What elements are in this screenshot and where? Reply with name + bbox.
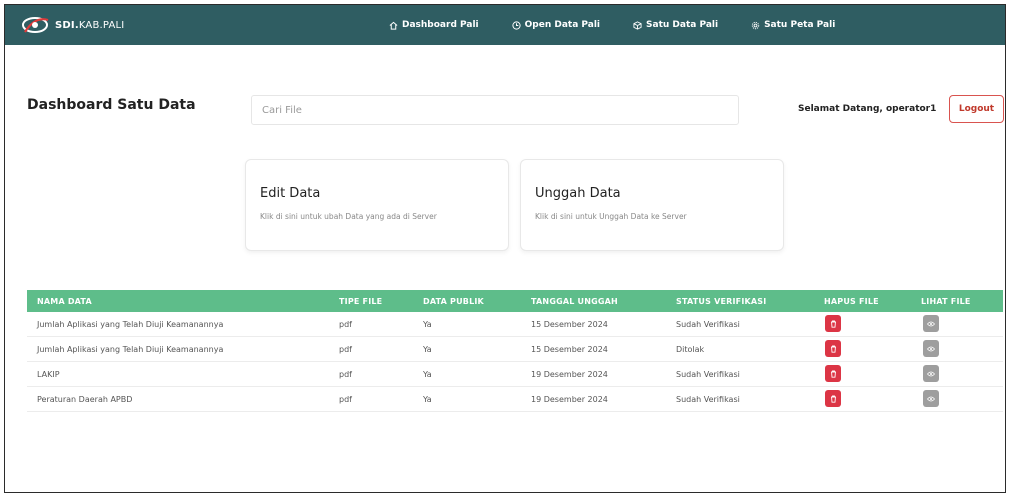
nav-satu-peta-pali-label: Satu Peta Pali xyxy=(764,20,836,30)
cell-tanggal-unggah: 19 Desember 2024 xyxy=(531,370,608,379)
cell-nama-data: LAKIP xyxy=(37,370,60,379)
delete-file-button[interactable] xyxy=(825,365,841,382)
cell-status-verifikasi: Sudah Verifikasi xyxy=(676,370,740,379)
cell-nama-data: Jumlah Aplikasi yang Telah Diuji Keamana… xyxy=(37,320,224,329)
cell-tipe-file: pdf xyxy=(339,320,352,329)
clock-icon xyxy=(512,20,521,30)
table-row: LAKIP pdf Ya 19 Desember 2024 Sudah Veri… xyxy=(27,362,1003,387)
logout-button[interactable]: Logout xyxy=(949,95,1004,123)
delete-file-button[interactable] xyxy=(825,340,841,357)
column-header-tanggal-unggah: TANGGAL UNGGAH xyxy=(531,297,618,306)
nav-dashboard-pali[interactable]: Dashboard Pali xyxy=(389,20,479,30)
table-header: NAMA DATA TIPE FILE DATA PUBLIK TANGGAL … xyxy=(27,290,1003,312)
table-row: Jumlah Aplikasi yang Telah Diuji Keamana… xyxy=(27,312,1003,337)
data-table: NAMA DATA TIPE FILE DATA PUBLIK TANGGAL … xyxy=(27,290,1003,412)
edit-data-title: Edit Data xyxy=(260,186,321,201)
delete-file-button[interactable] xyxy=(825,390,841,407)
cell-tanggal-unggah: 15 Desember 2024 xyxy=(531,320,608,329)
column-header-status-verifikasi: STATUS VERIFIKASI xyxy=(676,297,767,306)
upload-data-description: Klik di sini untuk Unggah Data ke Server xyxy=(535,212,687,221)
eye-icon xyxy=(927,346,935,351)
cell-tipe-file: pdf xyxy=(339,395,352,404)
cell-data-publik: Ya xyxy=(423,370,432,379)
search-input[interactable] xyxy=(251,95,739,125)
edit-data-description: Klik di sini untuk ubah Data yang ada di… xyxy=(260,212,437,221)
trash-icon xyxy=(830,370,836,378)
nav-satu-data-pali-label: Satu Data Pali xyxy=(646,20,719,30)
page-title: Dashboard Satu Data xyxy=(27,97,196,113)
cell-tipe-file: pdf xyxy=(339,370,352,379)
view-file-button[interactable] xyxy=(923,340,939,357)
view-file-button[interactable] xyxy=(923,315,939,332)
cell-data-publik: Ya xyxy=(423,320,432,329)
brand[interactable]: SDI.KAB.PALI xyxy=(21,11,124,39)
upload-data-card[interactable]: Unggah Data Klik di sini untuk Unggah Da… xyxy=(520,159,784,251)
cell-status-verifikasi: Sudah Verifikasi xyxy=(676,320,740,329)
cell-data-publik: Ya xyxy=(423,395,432,404)
column-header-nama-data: NAMA DATA xyxy=(37,297,92,306)
nav-menu: Dashboard Pali Open Data Pali Satu Data … xyxy=(389,5,868,45)
upload-data-title: Unggah Data xyxy=(535,186,621,201)
trash-icon xyxy=(830,395,836,403)
eye-icon xyxy=(927,371,935,376)
eye-icon xyxy=(927,396,935,401)
cell-status-verifikasi: Ditolak xyxy=(676,345,705,354)
table-row: Peraturan Daerah APBD pdf Ya 19 Desember… xyxy=(27,387,1003,412)
column-header-data-publik: DATA PUBLIK xyxy=(423,297,484,306)
brand-name-light: KAB.PALI xyxy=(78,19,125,31)
view-file-button[interactable] xyxy=(923,365,939,382)
table-row: Jumlah Aplikasi yang Telah Diuji Keamana… xyxy=(27,337,1003,362)
welcome-text: Selamat Datang, operator1 xyxy=(798,104,937,114)
column-header-hapus-file: HAPUS FILE xyxy=(824,297,879,306)
trash-icon xyxy=(830,320,836,328)
column-header-tipe-file: TIPE FILE xyxy=(339,297,383,306)
brand-name-bold: SDI. xyxy=(55,19,79,31)
cell-nama-data: Jumlah Aplikasi yang Telah Diuji Keamana… xyxy=(37,345,224,354)
edit-data-card[interactable]: Edit Data Klik di sini untuk ubah Data y… xyxy=(245,159,509,251)
delete-file-button[interactable] xyxy=(825,315,841,332)
nav-open-data-pali[interactable]: Open Data Pali xyxy=(512,20,600,30)
eye-icon xyxy=(927,321,935,326)
trash-icon xyxy=(830,345,836,353)
cell-status-verifikasi: Sudah Verifikasi xyxy=(676,395,740,404)
brand-name: SDI.KAB.PALI xyxy=(55,20,124,31)
view-file-button[interactable] xyxy=(923,390,939,407)
gear-icon xyxy=(751,21,760,29)
nav-dashboard-pali-label: Dashboard Pali xyxy=(402,20,479,30)
cell-tipe-file: pdf xyxy=(339,345,352,354)
cell-tanggal-unggah: 15 Desember 2024 xyxy=(531,345,608,354)
nav-satu-peta-pali[interactable]: Satu Peta Pali xyxy=(751,20,835,30)
cell-tanggal-unggah: 19 Desember 2024 xyxy=(531,395,608,404)
app-window: SDI.KAB.PALI Dashboard Pali Open Data Pa… xyxy=(4,4,1006,493)
nav-satu-data-pali[interactable]: Satu Data Pali xyxy=(633,20,718,30)
cube-icon xyxy=(633,20,642,30)
cell-data-publik: Ya xyxy=(423,345,432,354)
home-icon xyxy=(389,21,398,30)
column-header-lihat-file: LIHAT FILE xyxy=(921,297,971,306)
brand-logo-icon xyxy=(21,14,51,36)
top-navbar: SDI.KAB.PALI Dashboard Pali Open Data Pa… xyxy=(5,5,1005,45)
nav-open-data-pali-label: Open Data Pali xyxy=(524,20,601,30)
cell-nama-data: Peraturan Daerah APBD xyxy=(37,395,133,404)
